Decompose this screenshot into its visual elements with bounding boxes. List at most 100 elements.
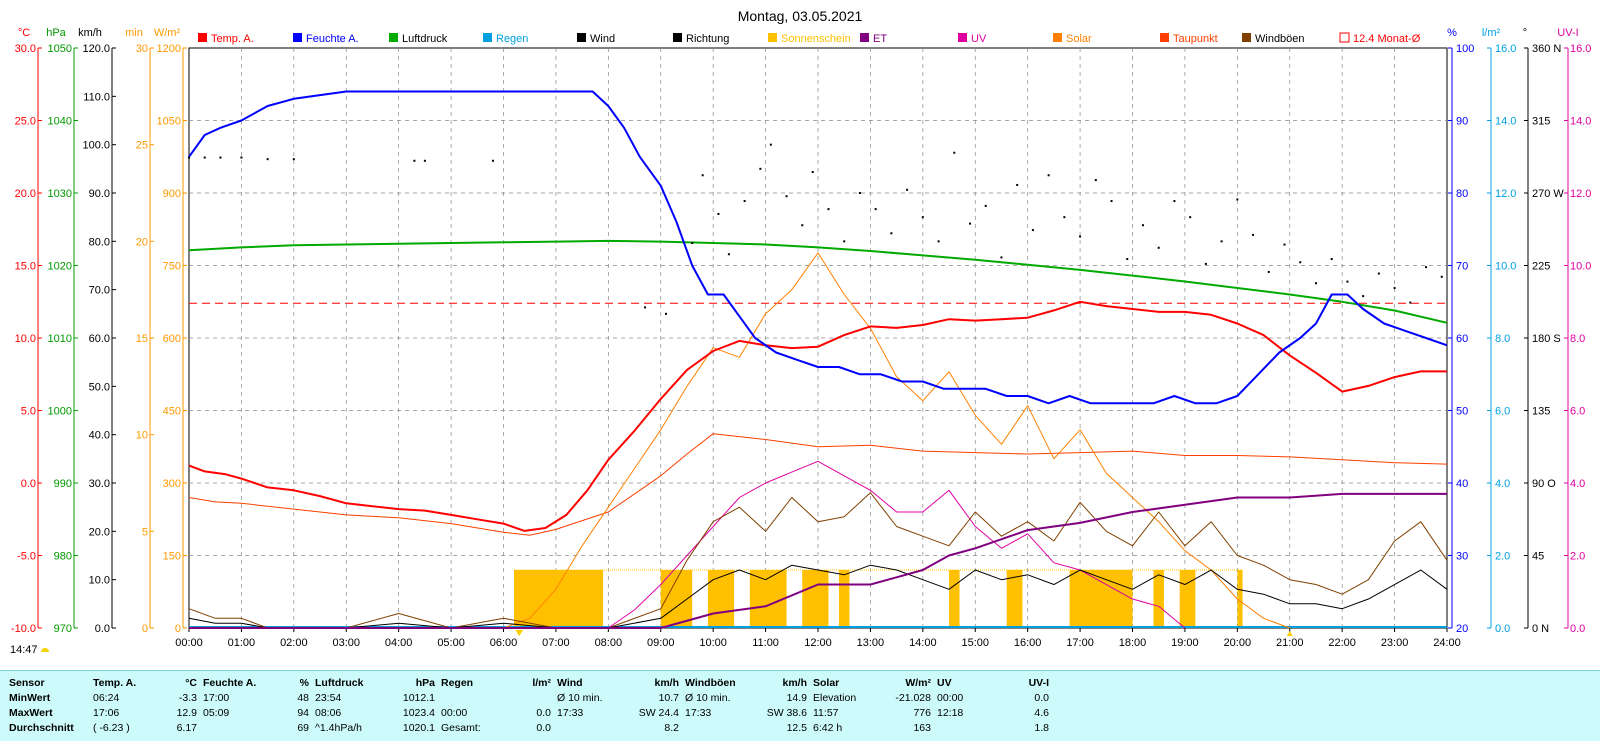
- axis-tick-label-left: -10.0: [11, 623, 36, 635]
- axis-tick-label-right: 10.0: [1495, 261, 1516, 273]
- axis-tick-label-right: 100: [1456, 43, 1474, 55]
- direction-dot: [413, 159, 416, 162]
- stats-avg-rain: 0.0: [536, 721, 551, 734]
- axis-tick-label-left: 10.0: [15, 333, 36, 345]
- stats-avg-temp: 6.17: [176, 721, 197, 734]
- direction-dot: [1267, 270, 1270, 273]
- axis-tick-label-left: 5.0: [21, 406, 36, 418]
- axis-tick-label-left: 80.0: [89, 236, 110, 248]
- sunshine-bar: [802, 570, 829, 628]
- direction-dot: [1330, 258, 1333, 261]
- stats-col-gust: Windböen: [685, 676, 736, 689]
- stats-col-rain-unit: l/m²: [532, 676, 551, 689]
- stats-max-temp-time: 17:06: [93, 706, 120, 719]
- axis-tick-label-right: 0.0: [1495, 623, 1510, 635]
- stats-avg-label: Durchschnitt: [9, 721, 74, 734]
- axis-tick-label-left: 5: [142, 526, 148, 538]
- x-tick-label: 08:00: [595, 637, 623, 649]
- axis-tick-label-right: 135: [1532, 406, 1550, 418]
- axis-unit-left: hPa: [46, 27, 66, 39]
- stats-min-temp-time: 06:24: [93, 691, 120, 704]
- direction-dot: [801, 224, 804, 227]
- axis-tick-label-left: 1200: [157, 43, 181, 55]
- axis-tick-label-right: 30: [1456, 551, 1468, 563]
- x-tick-label: 13:00: [857, 637, 885, 649]
- legend-swatch: [768, 33, 777, 42]
- axis-tick-label-left: 70.0: [89, 285, 110, 297]
- stats-max-press: 1023.4: [402, 706, 435, 719]
- stats-max-gust: SW 38.6: [766, 706, 807, 719]
- direction-dot: [1110, 200, 1113, 203]
- stats-max-press-time: 08:06: [315, 706, 342, 719]
- chart-title: Montag, 03.05.2021: [738, 8, 863, 24]
- x-tick-label: 15:00: [961, 637, 989, 649]
- direction-dot: [1079, 235, 1082, 238]
- legend-swatch: [198, 33, 207, 42]
- stats-max-solar-time: 11:57: [813, 706, 839, 719]
- axis-tick-label-left: 1030: [48, 188, 72, 200]
- axis-tick-label-left: 30.0: [89, 478, 110, 490]
- weather-chart: Montag, 03.05.2021 Temp. A. Feuchte A. Luf…: [11, 8, 1592, 649]
- legend-label: 12.4 Monat-Ø: [1353, 33, 1421, 45]
- stats-min-solar: -21.028: [895, 691, 931, 704]
- x-tick-label: 06:00: [490, 637, 518, 649]
- axis-tick-label-left: 1020: [48, 261, 72, 273]
- legend-label: Taupunkt: [1173, 33, 1218, 45]
- axis-tick-label-left: 0.0: [95, 623, 110, 635]
- axis-tick-label-left: 10: [136, 430, 148, 442]
- axis-tick-label-right: 50: [1456, 406, 1468, 418]
- legend-label: Luftdruck: [402, 33, 448, 45]
- axis-tick-label-right: 0 N: [1532, 623, 1549, 635]
- axis-tick-label-right: 16.0: [1570, 43, 1591, 55]
- axis-tick-label-right: 180 S: [1532, 333, 1561, 345]
- axis-tick-label-right: 70: [1456, 261, 1468, 273]
- legend-swatch: [293, 33, 302, 42]
- direction-dot: [1016, 183, 1019, 186]
- axis-unit-left: °C: [18, 27, 30, 39]
- x-tick-label: 02:00: [280, 637, 308, 649]
- axis-tick-label-right: 60: [1456, 333, 1468, 345]
- axis-tick-label-left: 60.0: [89, 333, 110, 345]
- axis-unit-right: °: [1523, 27, 1527, 39]
- sunshine-bar: [707, 570, 735, 628]
- direction-dot: [1047, 174, 1050, 177]
- axis-tick-label-left: 600: [163, 333, 181, 345]
- legend-swatch: [958, 33, 967, 42]
- stats-avg-row: Durchschnitt ( -6.23 ) 6.17 69 ^1.4hPa/h…: [6, 720, 1052, 735]
- stats-col-press: Luftdruck: [315, 676, 364, 689]
- axis-tick-label-right: 2.0: [1570, 551, 1585, 563]
- legend-label: Richtung: [686, 33, 729, 45]
- axis-tick-label-right: 225: [1532, 261, 1550, 273]
- stats-avg-wind: 8.2: [664, 721, 679, 734]
- stats-max-label: MaxWert: [9, 706, 53, 719]
- stats-min-press-time: 23:54: [315, 691, 342, 704]
- axis-unit-right: l/m²: [1482, 27, 1501, 39]
- left-axes: 30.025.020.015.010.05.00.0-5.0-10.010501…: [11, 43, 187, 635]
- stats-col-press-unit: hPa: [415, 676, 435, 689]
- direction-dot: [701, 174, 704, 177]
- legend-label: UV: [971, 33, 987, 45]
- stats-avg-solar-extra: 6:42 h: [813, 721, 843, 734]
- direction-dot: [769, 143, 772, 146]
- stats-avg-uv: 1.8: [1034, 721, 1049, 734]
- axis-tick-label-left: 150: [163, 551, 181, 563]
- axis-tick-label-left: 30.0: [15, 43, 36, 55]
- x-tick-label: 07:00: [542, 637, 570, 649]
- stats-col-solar: Solar: [813, 676, 840, 689]
- stats-col-wind-unit: km/h: [654, 676, 679, 689]
- stats-min-wind-label: Ø 10 min.: [557, 691, 603, 704]
- stats-col-uv-unit: UV-I: [1028, 676, 1049, 689]
- axis-tick-label-left: 10.0: [89, 575, 110, 587]
- axis-tick-label-right: 12.0: [1570, 188, 1591, 200]
- axis-tick-label-left: 15: [136, 333, 148, 345]
- axis-tick-label-left: 750: [163, 261, 181, 273]
- chart-legend: Temp. A. Feuchte A. Luftdruck Regen Wind Rich…: [198, 32, 1421, 45]
- axis-unit-left: km/h: [78, 27, 102, 39]
- direction-dot: [1252, 233, 1255, 236]
- stats-max-uv-time: 12:18: [937, 706, 964, 719]
- axis-tick-label-right: 315: [1532, 116, 1550, 128]
- direction-dot: [1346, 280, 1349, 283]
- axis-tick-label-left: 970: [54, 623, 72, 635]
- direction-dot: [937, 240, 940, 243]
- x-tick-label: 22:00: [1328, 637, 1356, 649]
